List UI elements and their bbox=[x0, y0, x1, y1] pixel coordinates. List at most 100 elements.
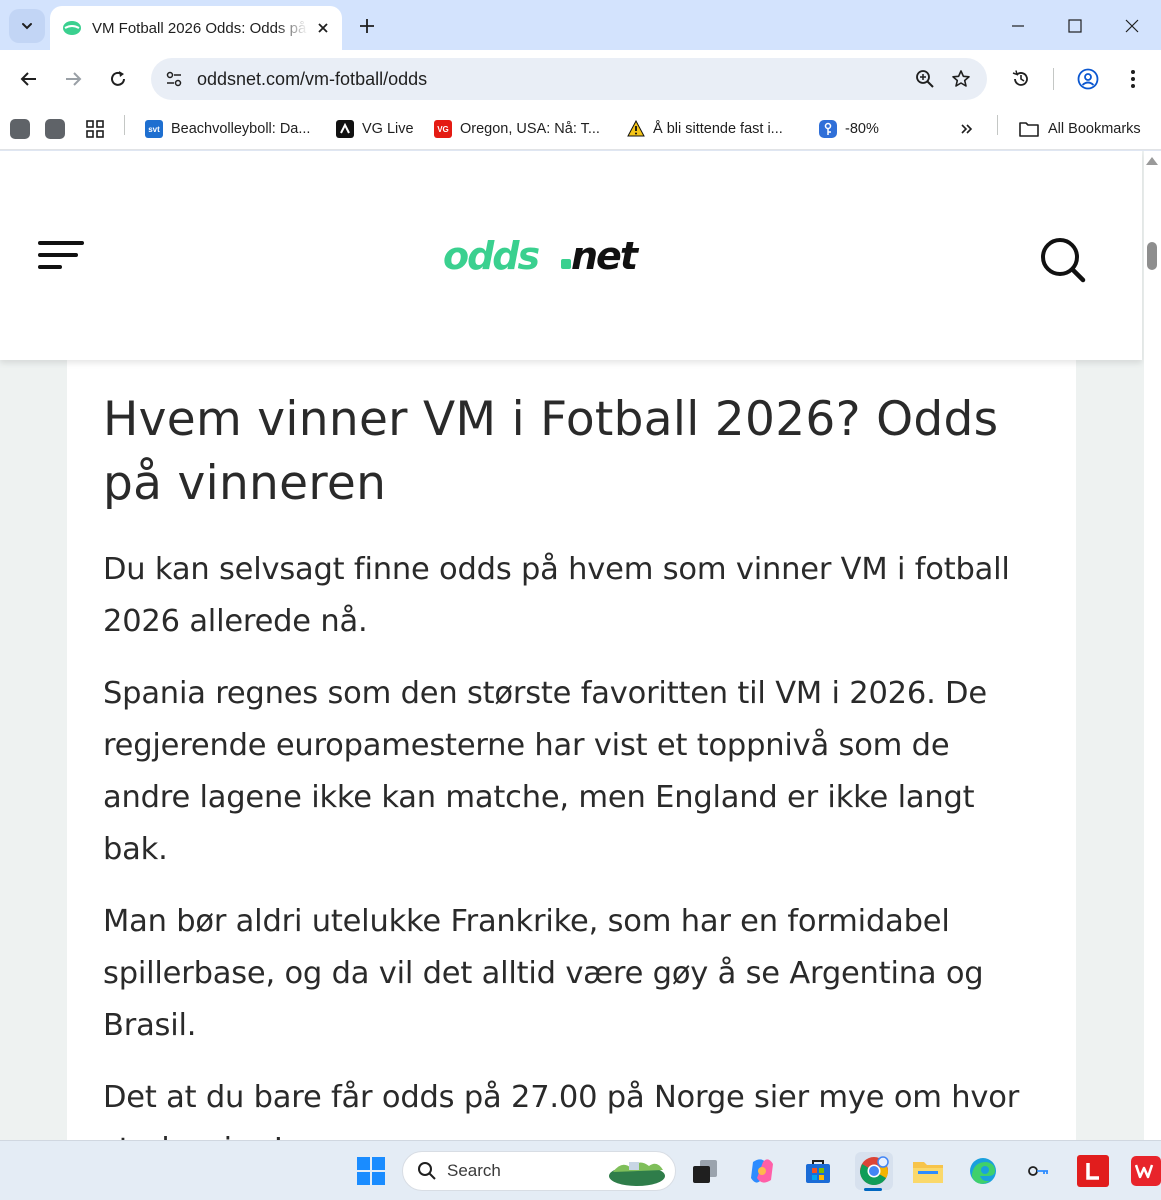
windows-taskbar: Search bbox=[0, 1140, 1161, 1200]
logo-text-net: net bbox=[571, 234, 640, 277]
bookmark-star-button[interactable] bbox=[943, 61, 979, 97]
article-paragraph: Man bør aldri utelukke Frankrike, som ha… bbox=[103, 904, 984, 1043]
wps-icon bbox=[1135, 1164, 1154, 1179]
bookmarks-bar: svt Beachvolleyboll: Da... VG Live VG Or… bbox=[0, 108, 1161, 150]
start-button[interactable] bbox=[354, 1154, 388, 1188]
bookmark-label: Oregon, USA: Nå: T... bbox=[460, 121, 600, 137]
star-icon bbox=[952, 70, 970, 87]
store-icon bbox=[806, 1160, 830, 1183]
oddsnet-logo[interactable]: odds net bbox=[443, 233, 665, 277]
arrow-right-icon bbox=[66, 72, 82, 86]
all-bookmarks-button[interactable]: All Bookmarks bbox=[1018, 115, 1141, 143]
plus-icon bbox=[360, 19, 374, 33]
history-button[interactable] bbox=[1005, 63, 1037, 95]
chevron-down-icon bbox=[22, 23, 32, 30]
all-bookmarks-label: All Bookmarks bbox=[1048, 121, 1141, 137]
oddsnet-favicon-icon bbox=[63, 21, 81, 35]
zoom-icon bbox=[916, 70, 934, 88]
minimize-icon bbox=[1012, 25, 1024, 27]
article-paragraph: Du kan selvsagt finne odds på hvem som v… bbox=[103, 552, 1010, 639]
copilot-icon bbox=[751, 1159, 773, 1183]
more-vertical-icon bbox=[1131, 70, 1135, 88]
url-text[interactable]: oddsnet.com/vm-fotball/odds bbox=[197, 69, 907, 90]
scroll-up-arrow-icon[interactable] bbox=[1146, 157, 1158, 165]
scrollbar-track[interactable] bbox=[1144, 151, 1161, 1140]
svt-icon: svt bbox=[145, 120, 163, 138]
task-view-icon bbox=[693, 1160, 717, 1183]
article-paragraph: Spania regnes som den største favoritten… bbox=[103, 676, 987, 867]
bookmark-beachvolleyboll[interactable]: svt Beachvolleyboll: Da... bbox=[145, 115, 310, 143]
microsoft-store-button[interactable] bbox=[801, 1154, 835, 1188]
bookmark-separator bbox=[997, 115, 998, 135]
address-bar[interactable]: oddsnet.com/vm-fotball/odds bbox=[151, 58, 987, 100]
close-tab-icon[interactable] bbox=[314, 19, 332, 37]
history-icon bbox=[1012, 70, 1028, 86]
article-content: Hvem vinner VM i Fotball 2026? Odds på v… bbox=[67, 360, 1076, 1140]
active-app-indicator bbox=[864, 1188, 882, 1191]
bookmark-app-2[interactable] bbox=[45, 115, 73, 143]
hamburger-menu-icon[interactable] bbox=[38, 239, 86, 275]
key-app-button[interactable] bbox=[1022, 1154, 1056, 1188]
vg-live-icon bbox=[336, 120, 354, 138]
copilot-button[interactable] bbox=[745, 1154, 779, 1188]
forward-button[interactable] bbox=[57, 63, 89, 95]
price-tag-icon bbox=[819, 120, 837, 138]
arrow-left-icon bbox=[20, 72, 36, 86]
profile-avatar-icon bbox=[1077, 68, 1099, 90]
task-view-button[interactable] bbox=[688, 1154, 722, 1188]
minimize-button[interactable] bbox=[998, 10, 1038, 42]
bookmark-app-1[interactable] bbox=[10, 115, 38, 143]
app-square-icon bbox=[10, 119, 30, 139]
bookmark-80-percent[interactable]: -80% bbox=[819, 115, 879, 143]
bookmark-separator bbox=[124, 115, 125, 135]
menu-button[interactable] bbox=[1117, 63, 1149, 95]
search-icon bbox=[418, 1162, 436, 1180]
page-viewport: odds net Hvem vinner VM i Fotball 2026? … bbox=[0, 151, 1144, 1140]
tab-title: VM Fotball 2026 Odds: Odds på vinneren bbox=[92, 19, 308, 37]
zoom-button[interactable] bbox=[907, 61, 943, 97]
reload-button[interactable] bbox=[102, 63, 134, 95]
vg-icon: VG bbox=[434, 120, 452, 138]
article-heading: Hvem vinner VM i Fotball 2026? Odds på v… bbox=[103, 392, 999, 511]
bookmark-label: VG Live bbox=[362, 121, 414, 137]
chrome-taskbar-button[interactable] bbox=[855, 1152, 893, 1190]
search-highlight-image-icon bbox=[609, 1162, 665, 1186]
wps-app-button[interactable] bbox=[1131, 1156, 1161, 1186]
close-window-button[interactable] bbox=[1112, 10, 1152, 42]
search-icon[interactable] bbox=[1038, 235, 1088, 285]
l-app-button[interactable] bbox=[1077, 1155, 1109, 1187]
tab-search-button[interactable] bbox=[9, 9, 45, 43]
new-tab-button[interactable] bbox=[354, 13, 380, 39]
double-chevron-right-icon bbox=[961, 124, 973, 134]
profile-button[interactable] bbox=[1072, 63, 1104, 95]
bookmark-vg-live[interactable]: VG Live bbox=[336, 115, 414, 143]
logo-dot bbox=[561, 259, 571, 269]
edge-button[interactable] bbox=[966, 1154, 1000, 1188]
bookmark-oregon[interactable]: VG Oregon, USA: Nå: T... bbox=[434, 115, 600, 143]
taskbar-search-placeholder: Search bbox=[447, 1161, 501, 1180]
taskbar-search-box[interactable]: Search bbox=[402, 1151, 676, 1191]
chrome-icon bbox=[860, 1156, 889, 1185]
scrollbar-thumb[interactable] bbox=[1147, 242, 1157, 270]
logo-text-odds: odds bbox=[443, 234, 540, 277]
toolbar-divider bbox=[1053, 68, 1054, 90]
key-icon bbox=[1028, 1166, 1048, 1176]
bookmark-label: -80% bbox=[845, 121, 879, 137]
maximize-icon bbox=[1068, 19, 1082, 33]
folder-icon bbox=[913, 1162, 943, 1183]
edge-icon bbox=[970, 1158, 996, 1184]
site-info-icon[interactable] bbox=[159, 64, 189, 94]
site-header: odds net bbox=[0, 151, 1142, 360]
bookmark-label: Beachvolleyboll: Da... bbox=[171, 121, 311, 137]
maximize-button[interactable] bbox=[1055, 10, 1095, 42]
back-button[interactable] bbox=[13, 63, 45, 95]
more-bookmarks-button[interactable] bbox=[960, 115, 974, 143]
bookmark-sittende-fast[interactable]: Å bli sittende fast i... bbox=[627, 115, 783, 143]
folder-icon bbox=[1018, 120, 1040, 138]
app-square-icon bbox=[45, 119, 65, 139]
apps-grid-button[interactable] bbox=[85, 115, 105, 143]
bookmark-label: Å bli sittende fast i... bbox=[653, 121, 783, 137]
letter-l-icon bbox=[1086, 1163, 1099, 1180]
active-tab[interactable]: VM Fotball 2026 Odds: Odds på vinneren bbox=[50, 6, 342, 50]
file-explorer-button[interactable] bbox=[911, 1154, 945, 1188]
